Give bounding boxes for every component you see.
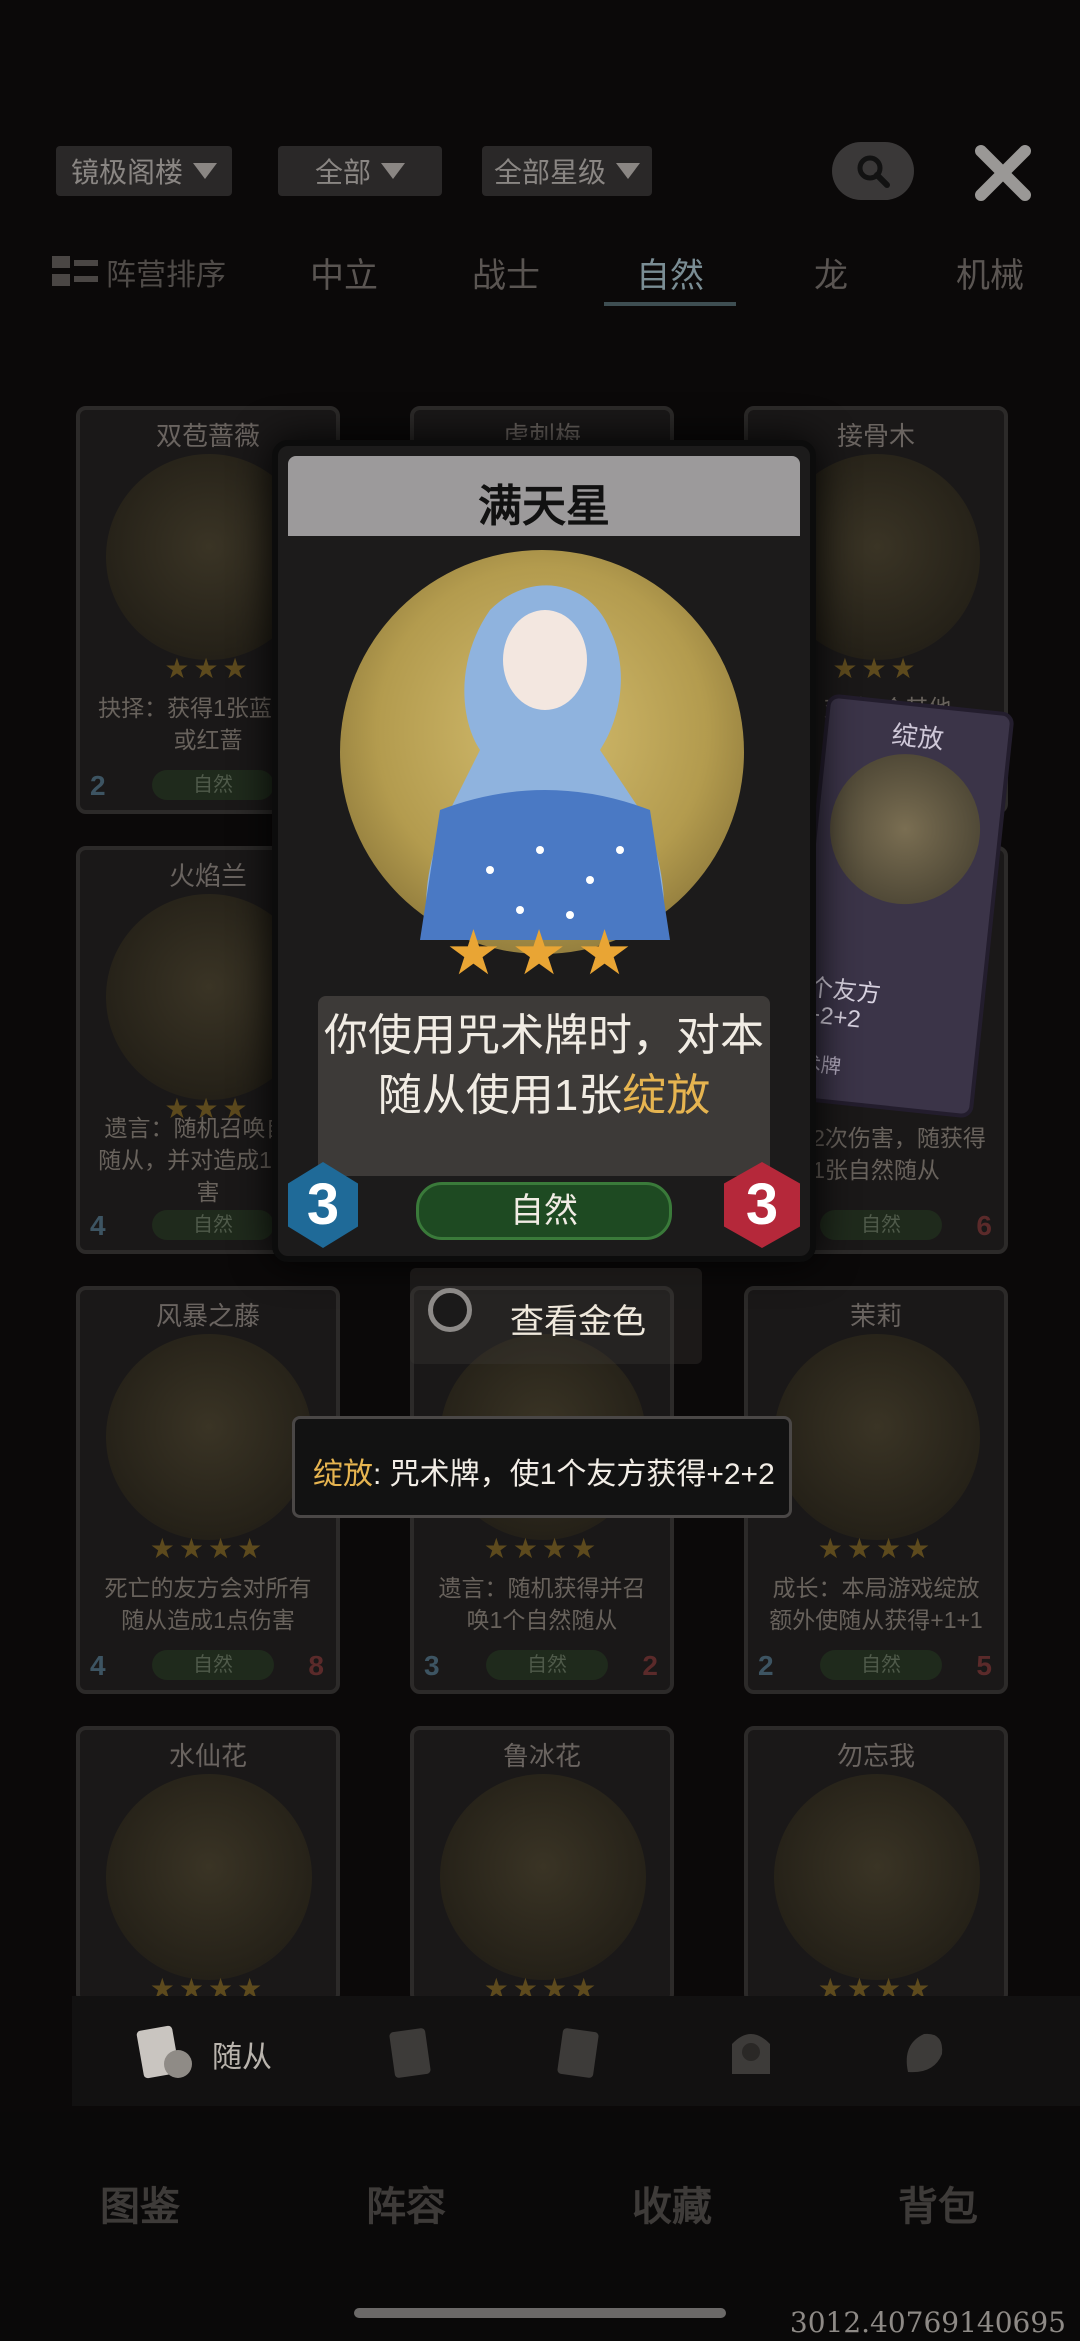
card-stars: ★★★★ [149,1533,267,1564]
filter-stars-dropdown[interactable]: 全部星级 [482,146,652,196]
tab-dragon[interactable]: 龙 [814,248,848,297]
subtab-minions-label: 随从 [212,2041,272,2074]
card-stars: ★★★★ [483,1533,601,1564]
card-portrait [774,1774,980,1980]
faction-sort-button[interactable]: 阵营排序 [52,250,226,294]
close-icon [975,145,1031,201]
tooltip-text: 绽放: 咒术牌，使1个友方获得+2+2 [313,1449,775,1493]
card-attack: 6 [976,1210,992,1241]
faction-sort-label: 阵营排序 [106,259,226,292]
character-portrait-icon [420,585,670,940]
card-cost: 2 [90,770,106,801]
card-faction: 自然 [820,1210,942,1240]
subtab-spells[interactable] [382,2024,440,2087]
subtab-heroes[interactable] [722,2024,780,2087]
subtab-equipment[interactable] [550,2024,608,2087]
hero-portrait-icon [732,2034,770,2074]
tab-nature[interactable]: 自然 [636,248,704,297]
view-gold-toggle[interactable]: 查看金色 [410,1268,702,1364]
home-indicator[interactable] [354,2308,726,2318]
card-name: 鲁冰花 [502,1741,581,1771]
card-name: 茉莉 [849,1301,902,1331]
card-portrait [774,1334,980,1540]
tab-warrior[interactable]: 战士 [472,248,540,297]
card-name: 水仙花 [168,1741,247,1771]
filter-attic-dropdown[interactable]: 镜极阁楼 [56,146,232,196]
card-stars: ★★★★ [817,1533,935,1564]
card-cost: 2 [758,1650,774,1681]
pet-icon [906,2033,943,2073]
card-faction: 自然 [152,770,274,800]
card-name: 勿忘我 [836,1741,915,1771]
card-attack: 8 [308,1650,324,1681]
filter-all-dropdown[interactable]: 全部 [278,146,442,196]
card-attack: 5 [976,1650,992,1681]
tab-mechanical[interactable]: 机械 [956,248,1024,297]
chevron-down-icon [193,163,217,179]
card-lupine[interactable]: 鲁冰花 ★★★★ [410,1726,674,2004]
focused-card-portrait [340,550,744,954]
subtab-pets[interactable] [894,2024,952,2087]
card-attack: 2 [642,1650,658,1681]
bloom-card-portrait [822,746,988,912]
tooltip-keyword: 绽放 [313,1458,373,1491]
focused-card-description: 你使用咒术牌时，对本随从使用1张绽放 [314,1006,774,1126]
card-cost: 3 [424,1650,440,1681]
equipment-card-icon [557,2028,599,2078]
card-name: 风暴之藤 [155,1301,260,1331]
tooltip-description: : 咒术牌，使1个友方获得+2+2 [373,1458,775,1491]
coordinate-readout: 3012.40769140695 [789,2306,1066,2339]
card-faction: 自然 [152,1210,274,1240]
filter-stars-label: 全部星级 [493,157,606,188]
nav-codex[interactable]: 图鉴 [100,2174,180,2232]
spell-card-icon [389,2028,431,2078]
card-narcissus[interactable]: 水仙花 ★★★★ [76,1726,340,2004]
chevron-down-icon [381,163,405,179]
nav-collection[interactable]: 收藏 [632,2174,712,2232]
search-button[interactable] [832,142,914,200]
card-text: 死亡的友方会对所有随从造成1点伤害 [104,1575,312,1633]
focused-card-faction: 自然 [416,1182,672,1240]
card-cost: 4 [90,1650,106,1681]
minion-cards-icon [136,2025,192,2079]
view-gold-label: 查看金色 [510,1303,646,1341]
card-faction: 自然 [152,1650,274,1680]
focused-card-stars: ★★★ [445,919,643,988]
card-text: 遗言：随机获得并召唤1个自然随从 [438,1575,646,1633]
card-forget-me-not[interactable]: 勿忘我 ★★★★ [744,1726,1008,2004]
focused-card-name: 满天星 [478,482,610,531]
nav-lineup[interactable]: 阵容 [366,2174,446,2232]
filter-attic-label: 镜极阁楼 [70,157,183,188]
search-icon [857,155,890,188]
focused-card[interactable]: 满天星 ★★★ 你使用咒术牌时，对本随从使用1张绽放 自然 3 3 [272,440,816,1262]
keyword-tooltip: 绽放: 咒术牌，使1个友方获得+2+2 [292,1416,792,1518]
nav-backpack[interactable]: 背包 [898,2174,978,2232]
filter-all-label: 全部 [314,157,371,188]
close-button[interactable] [970,140,1036,206]
chevron-down-icon [616,163,640,179]
radio-button-icon[interactable] [428,1288,472,1332]
subtab-minions[interactable] [136,2024,198,2087]
description-keyword: 绽放 [622,1071,711,1120]
card-portrait [106,1334,312,1540]
card-faction: 自然 [486,1650,608,1680]
card-faction: 自然 [820,1650,942,1680]
sort-icon [52,256,98,286]
active-tab-indicator [604,302,736,306]
tab-neutral[interactable]: 中立 [310,248,378,297]
card-portrait [440,1774,646,1980]
card-cost: 4 [90,1210,106,1241]
card-portrait [106,1774,312,1980]
card-text: 成长：本局游戏绽放额外使随从获得+1+1 [769,1575,983,1633]
